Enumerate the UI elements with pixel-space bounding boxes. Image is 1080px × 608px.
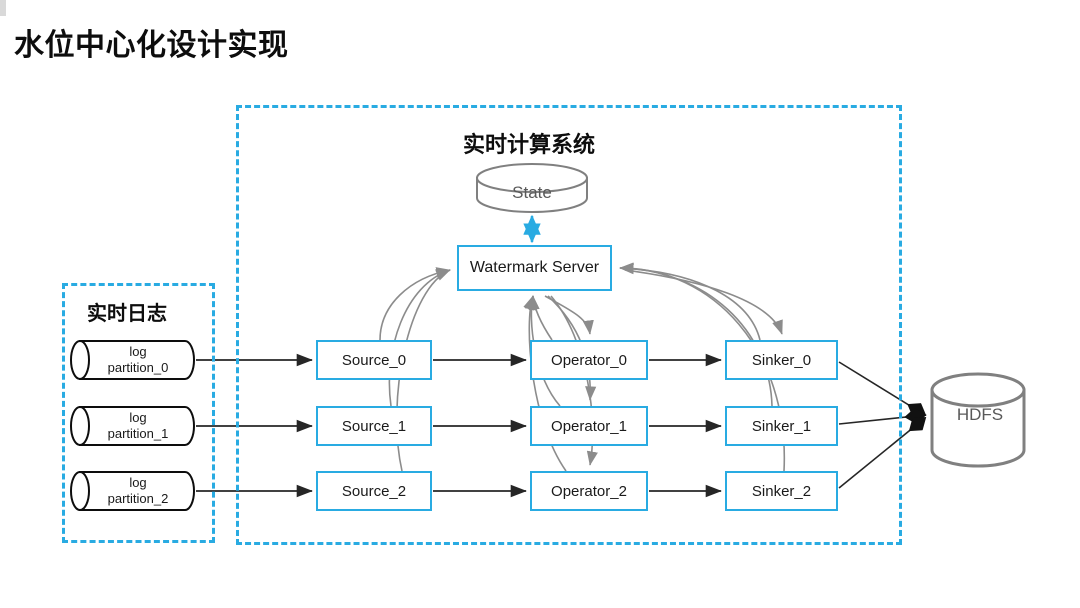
hdfs-cylinder bbox=[930, 372, 1026, 468]
system-group-title: 实时计算系统 bbox=[463, 132, 596, 157]
operator-node-1[interactable]: Operator_1 bbox=[530, 406, 648, 446]
operator-node-2[interactable]: Operator_2 bbox=[530, 471, 648, 511]
source-node-2[interactable]: Source_2 bbox=[316, 471, 432, 511]
page-title: 水位中心化设计实现 bbox=[14, 29, 289, 62]
sinker-node-2[interactable]: Sinker_2 bbox=[725, 471, 838, 511]
log-group-title: 实时日志 bbox=[87, 303, 167, 325]
source-node-0[interactable]: Source_0 bbox=[316, 340, 432, 380]
sinker-node-1[interactable]: Sinker_1 bbox=[725, 406, 838, 446]
source-node-1[interactable]: Source_1 bbox=[316, 406, 432, 446]
watermark-server-node[interactable]: Watermark Server bbox=[457, 245, 612, 291]
operator-node-0[interactable]: Operator_0 bbox=[530, 340, 648, 380]
slide-canvas: 水位中心化设计实现 实时计算系统 实时日志 State HDFS log par… bbox=[0, 0, 1080, 608]
sinker-node-0[interactable]: Sinker_0 bbox=[725, 340, 838, 380]
